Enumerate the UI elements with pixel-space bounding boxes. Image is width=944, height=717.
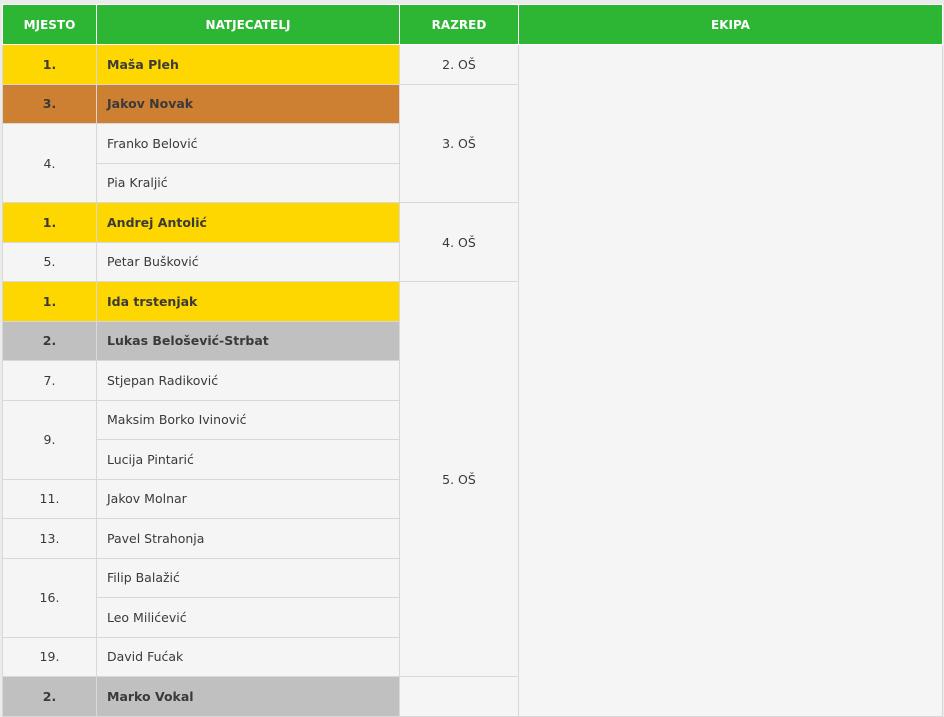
cell-natjecatelj: Leo Milićević [96,597,400,638]
results-table: MJESTO NATJECATELJ RAZRED EKIPA 1. Maša P… [2,4,943,717]
cell-natjecatelj: Pavel Strahonja [96,518,400,559]
cell-mjesto: 2. [2,676,97,717]
cell-natjecatelj: Petar Bušković [96,241,400,282]
cell-natjecatelj: Jakov Novak [96,83,400,124]
cell-mjesto: 13. [2,518,97,559]
cell-mjesto: 9. [2,399,97,480]
results-body: 1. Maša Pleh 2. OŠ 3. Jakov Novak 3. OŠ 4. Fran… [2,44,943,717]
table-row: 1. Maša Pleh 2. OŠ [2,44,943,717]
cell-ekipa [518,44,943,717]
header-row: MJESTO NATJECATELJ RAZRED EKIPA [2,4,943,45]
cell-natjecatelj: Stjepan Radiković [96,360,400,401]
cell-mjesto: 4. [2,123,97,203]
cell-natjecatelj: Maša Pleh [96,44,400,85]
cell-natjecatelj: Lukas Belošević-Strbat [96,320,400,361]
header-razred[interactable]: RAZRED [399,4,519,45]
cell-natjecatelj: Marko Vokal [96,676,400,717]
cell-natjecatelj: Andrej Antolić [96,202,400,243]
cell-razred: 4. OŠ [399,202,519,282]
cell-mjesto: 3. [2,83,97,124]
cell-natjecatelj: Ida trstenjak [96,281,400,322]
cell-natjecatelj: David Fućak [96,636,400,677]
cell-razred: 2. OŠ [399,44,519,85]
cell-natjecatelj: Filip Balažić [96,557,400,598]
results-table-container: MJESTO NATJECATELJ RAZRED EKIPA 1. Maša P… [2,4,943,717]
cell-mjesto: 19. [2,636,97,677]
cell-natjecatelj: Lucija Pintarić [96,439,400,480]
cell-natjecatelj: Franko Belović [96,123,400,164]
cell-mjesto: 5. [2,241,97,282]
cell-mjesto: 1. [2,44,97,85]
header-natjecatelj[interactable]: NATJECATELJ [96,4,400,45]
header-mjesto[interactable]: MJESTO [2,4,97,45]
cell-natjecatelj: Jakov Molnar [96,478,400,519]
cell-razred [399,676,519,717]
header-ekipa[interactable]: EKIPA [518,4,943,45]
cell-mjesto: 1. [2,202,97,243]
cell-natjecatelj: Maksim Borko Ivinović [96,399,400,440]
cell-mjesto: 7. [2,360,97,401]
cell-natjecatelj: Pia Kraljić [96,162,400,203]
cell-mjesto: 11. [2,478,97,519]
cell-mjesto: 16. [2,557,97,638]
cell-mjesto: 1. [2,281,97,322]
cell-razred: 3. OŠ [399,83,519,203]
cell-mjesto: 2. [2,320,97,361]
cell-razred: 5. OŠ [399,281,519,677]
